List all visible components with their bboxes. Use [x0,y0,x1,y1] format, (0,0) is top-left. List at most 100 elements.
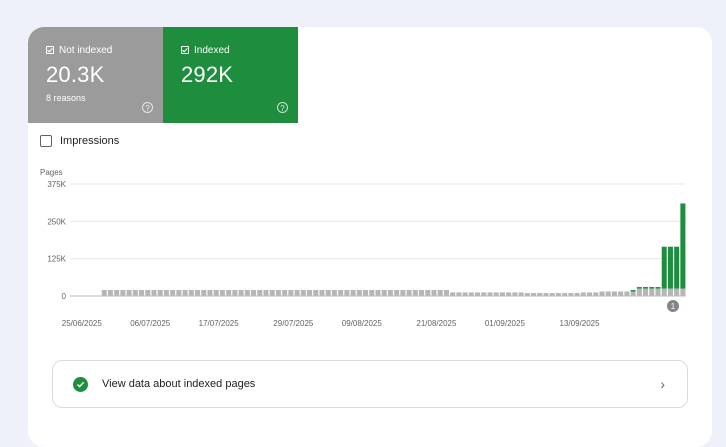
y-tick-label: 375K [47,180,66,189]
bar-not-indexed [120,290,126,296]
bar-not-indexed [275,290,281,296]
view-indexed-pages-label: View data about indexed pages [102,378,256,390]
bar-not-indexed [481,292,487,296]
bar-not-indexed [195,290,201,296]
indexed-label: Indexed [194,44,230,56]
bar-not-indexed [207,290,213,296]
bar-indexed [649,287,655,289]
bar-not-indexed [369,290,375,296]
bar-not-indexed [680,288,686,296]
bar-not-indexed [375,290,381,296]
x-tick-label: 25/06/2025 [62,319,103,328]
x-tick-label: 29/07/2025 [273,319,314,328]
y-tick-label: 125K [47,255,66,264]
y-tick-label: 250K [47,217,66,226]
bar-not-indexed [219,290,225,296]
bar-not-indexed [611,291,617,296]
view-indexed-pages-link[interactable]: View data about indexed pages › [52,360,688,408]
bar-not-indexed [406,290,412,296]
not-indexed-tile[interactable]: Not indexed 20.3K 8 reasons ? [28,27,163,123]
bar-not-indexed [319,290,325,296]
bar-not-indexed [132,290,138,296]
bar-indexed [655,287,661,289]
bar-not-indexed [107,290,113,296]
bar-not-indexed [431,290,437,296]
help-icon[interactable]: ? [142,102,153,113]
x-tick-label: 06/07/2025 [130,319,171,328]
bar-indexed [674,246,680,289]
bar-not-indexed [269,290,275,296]
bar-not-indexed [655,288,661,296]
bar-not-indexed [499,292,505,296]
bar-not-indexed [450,292,456,296]
chevron-right-icon: › [660,376,665,392]
bar-not-indexed [238,290,244,296]
y-tick-label: 0 [62,292,67,301]
bar-not-indexed [580,292,586,296]
bar-not-indexed [188,290,194,296]
x-tick-label: 01/09/2025 [485,319,526,328]
impressions-toggle[interactable]: Impressions [40,135,119,147]
bar-indexed [667,246,673,289]
bar-not-indexed [282,290,288,296]
check-circle-icon [73,376,88,392]
bar-not-indexed [257,290,263,296]
bar-not-indexed [226,290,232,296]
pages-chart: Pages 0 125K 250K 375K 25/06/2025 06/07/2025 17… [40,168,686,328]
bar-not-indexed [512,292,518,296]
bar-not-indexed [468,292,474,296]
impressions-label: Impressions [60,135,120,147]
checkbox-checked-icon[interactable] [181,46,189,54]
bar-not-indexed [126,290,132,296]
bar-not-indexed [232,290,238,296]
bar-not-indexed [643,288,649,296]
bar-not-indexed [157,290,163,296]
bar-not-indexed [176,290,182,296]
bar-not-indexed [394,290,400,296]
bar-not-indexed [587,292,593,296]
indexed-count: 292K [181,62,234,87]
bar-not-indexed [114,290,120,296]
bar-not-indexed [630,291,636,296]
bar-not-indexed [201,290,207,296]
bar-not-indexed [618,291,624,296]
bar-not-indexed [605,291,611,296]
bar-not-indexed [593,292,599,296]
bar-not-indexed [350,290,356,296]
index-coverage-card: Not indexed 20.3K 8 reasons ? Indexed 29… [28,27,712,447]
x-tick-label: 21/08/2025 [416,319,457,328]
bar-not-indexed [487,292,493,296]
bar-not-indexed [437,290,443,296]
bar-not-indexed [387,290,393,296]
bar-not-indexed [251,290,257,296]
x-tick-label: 17/07/2025 [199,319,240,328]
bar-not-indexed [300,290,306,296]
bar-not-indexed [667,288,673,296]
bar-not-indexed [649,288,655,296]
bar-not-indexed [139,290,145,296]
bar-not-indexed [493,292,499,296]
bar-not-indexed [213,290,219,296]
checkbox-checked-icon[interactable] [46,46,54,54]
bar-not-indexed [412,290,418,296]
bar-not-indexed [263,290,269,296]
bar-not-indexed [425,290,431,296]
bar-indexed [643,287,649,289]
bar-not-indexed [456,292,462,296]
impressions-checkbox[interactable] [40,135,52,147]
bar-not-indexed [313,290,319,296]
bar-not-indexed [363,290,369,296]
bar-indexed [661,246,667,289]
bar-not-indexed [338,290,344,296]
bar-not-indexed [244,290,250,296]
help-icon[interactable]: ? [277,102,288,113]
bar-not-indexed [462,292,468,296]
not-indexed-label: Not indexed [59,44,113,56]
indexed-header: Indexed [181,44,298,56]
bar-not-indexed [419,290,425,296]
bar-not-indexed [400,290,406,296]
annotation-badge-label: 1 [671,302,676,311]
bar-indexed [680,203,686,289]
bar-not-indexed [182,290,188,296]
indexed-tile[interactable]: Indexed 292K ? [163,27,298,123]
